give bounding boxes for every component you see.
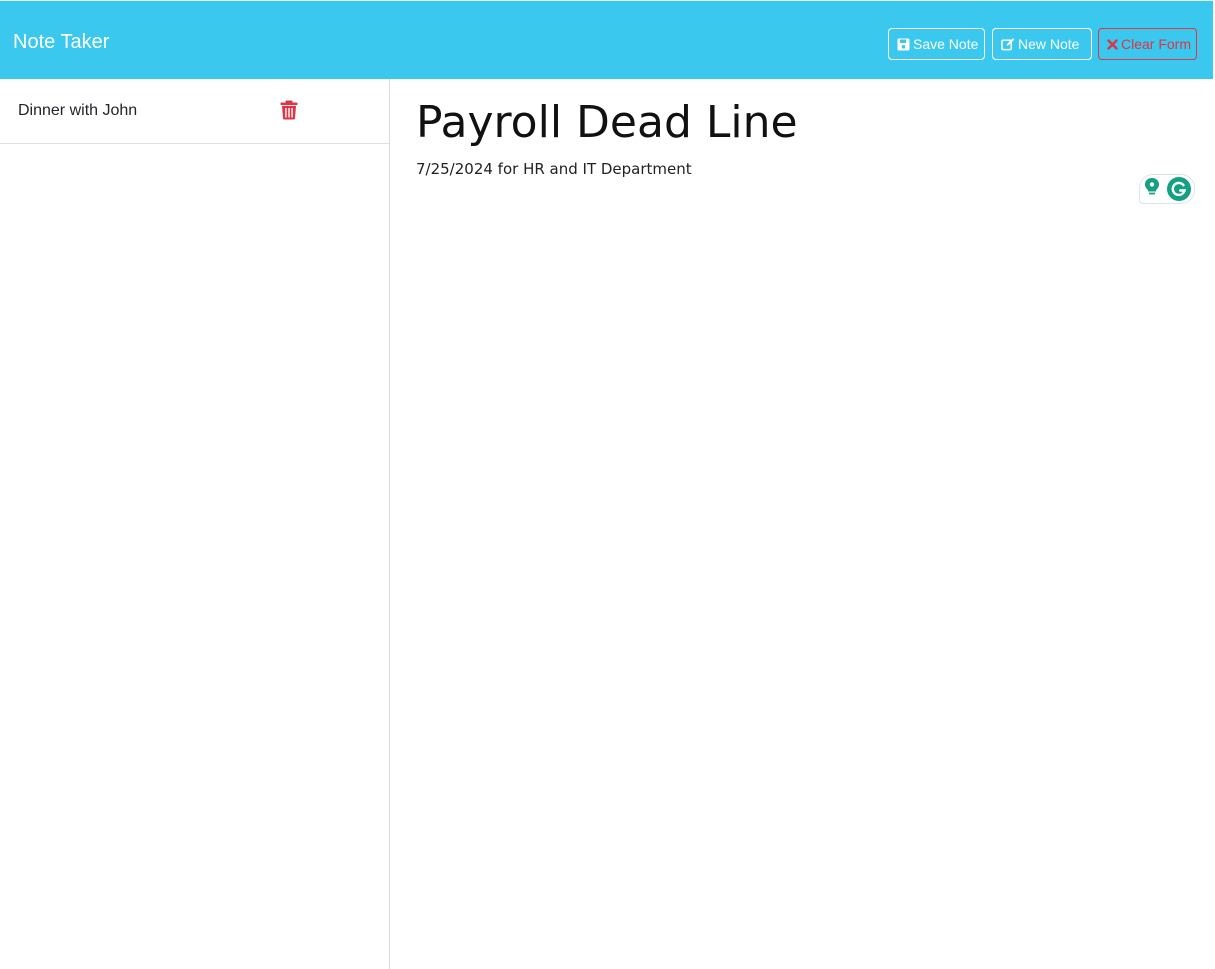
clear-form-label: Clear Form <box>1121 36 1192 52</box>
close-icon <box>1107 37 1118 51</box>
edit-icon <box>1001 37 1015 51</box>
note-editor: 7/25/2024 for HR and IT Department <box>390 79 1213 969</box>
save-note-label: Save Note <box>913 36 979 52</box>
list-item[interactable]: Dinner with John <box>0 79 389 144</box>
note-item-title: Dinner with John <box>18 102 138 119</box>
notes-sidebar: Dinner with John <box>0 79 390 969</box>
note-body-textarea[interactable]: 7/25/2024 for HR and IT Department <box>416 157 1176 937</box>
note-title-input[interactable] <box>416 93 1176 151</box>
trash-icon[interactable] <box>280 100 298 120</box>
grammarly-widget[interactable] <box>1139 174 1195 204</box>
navbar: Note Taker Save Note New Note Clear Form <box>0 0 1213 79</box>
new-note-button[interactable]: New Note <box>992 28 1092 60</box>
save-note-button[interactable]: Save Note <box>888 28 985 60</box>
floppy-disk-icon <box>897 37 910 51</box>
lightbulb-icon[interactable] <box>1143 177 1161 202</box>
app-title[interactable]: Note Taker <box>13 30 109 54</box>
new-note-label: New Note <box>1018 36 1080 52</box>
clear-form-button[interactable]: Clear Form <box>1098 28 1197 60</box>
grammarly-icon[interactable] <box>1167 177 1191 201</box>
